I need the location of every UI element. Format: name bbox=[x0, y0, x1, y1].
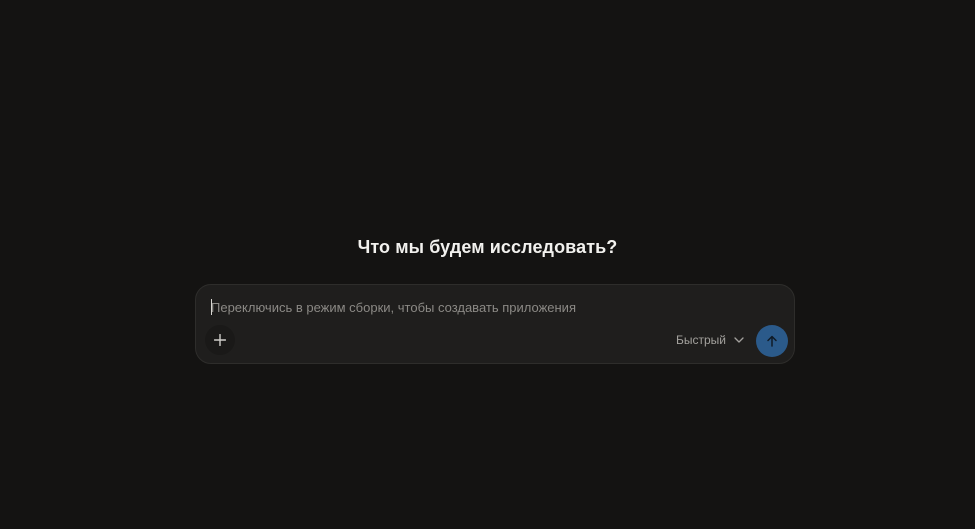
model-selector-dropdown[interactable]: Быстрый bbox=[676, 331, 744, 349]
page-title: Что мы будем исследовать? bbox=[357, 237, 618, 257]
chevron-down-icon bbox=[734, 337, 744, 343]
text-caret bbox=[211, 299, 212, 315]
add-attachment-button[interactable] bbox=[205, 325, 235, 355]
prompt-composer: Быстрый bbox=[195, 284, 795, 364]
send-button[interactable] bbox=[756, 325, 788, 357]
prompt-input[interactable] bbox=[211, 297, 771, 317]
plus-icon bbox=[214, 334, 226, 346]
arrow-up-icon bbox=[766, 335, 778, 347]
model-selector-label: Быстрый bbox=[676, 333, 726, 347]
page: Что мы будем исследовать? Быстрый bbox=[0, 0, 975, 529]
